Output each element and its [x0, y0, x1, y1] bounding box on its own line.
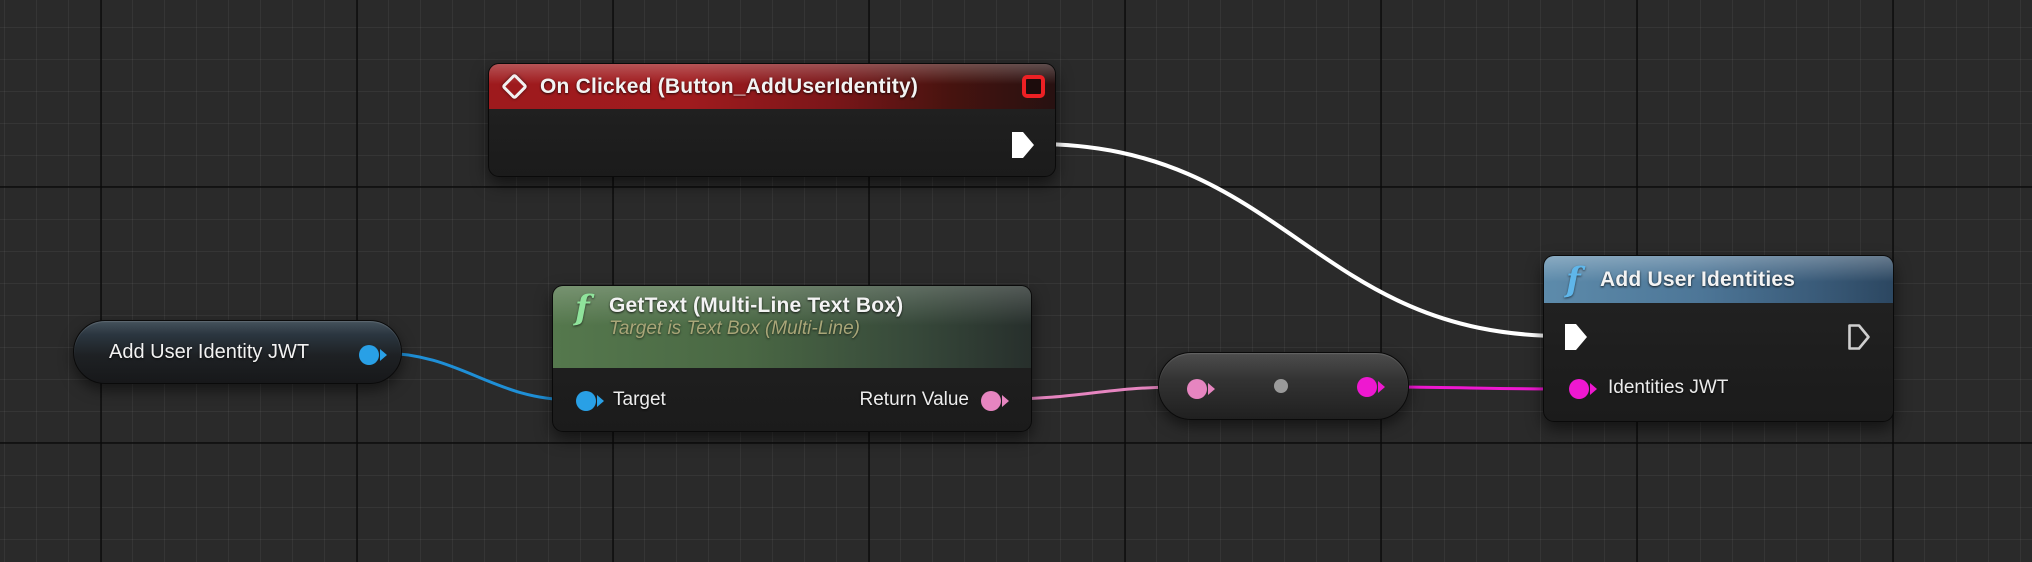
exec-input-pin[interactable] [1564, 323, 1588, 351]
reroute-output-pin[interactable] [1356, 376, 1386, 398]
node-variable-get[interactable]: Add User Identity JWT [73, 320, 402, 384]
delegate-pin-icon[interactable] [1022, 75, 1045, 98]
event-node-title: On Clicked (Button_AddUserIdentity) [540, 75, 918, 99]
node-gettext-function[interactable]: f GetText (Multi-Line Text Box) Target i… [552, 285, 1032, 432]
wire-exec-onclicked-to-adduser[interactable] [1035, 144, 1563, 336]
target-input-pin[interactable] [575, 390, 605, 412]
function-icon: f [1566, 260, 1581, 300]
adduser-node-title: Add User Identities [1600, 268, 1795, 292]
gettext-node-subtitle: Target is Text Box (Multi-Line) [609, 318, 1013, 340]
return-value-output-pin[interactable] [980, 390, 1010, 412]
gettext-node-title: GetText (Multi-Line Text Box) [609, 294, 1013, 318]
return-value-pin-label: Return Value [860, 389, 970, 411]
gettext-node-header: f GetText (Multi-Line Text Box) Target i… [553, 286, 1031, 368]
node-add-user-identities[interactable]: f Add User Identities Identities JWT [1543, 255, 1894, 422]
node-on-clicked-event[interactable]: On Clicked (Button_AddUserIdentity) [488, 63, 1056, 177]
wire-object-variable-to-target[interactable] [380, 353, 574, 400]
adduser-node-header: f Add User Identities [1544, 256, 1893, 303]
event-diamond-icon [501, 73, 528, 100]
reroute-dot-icon [1274, 379, 1288, 393]
event-node-header: On Clicked (Button_AddUserIdentity) [489, 64, 1055, 109]
target-pin-label: Target [613, 389, 666, 411]
node-reroute[interactable] [1158, 352, 1409, 420]
variable-label: Add User Identity JWT [109, 321, 309, 383]
function-icon: f [575, 288, 590, 328]
identities-jwt-input-pin[interactable] [1568, 378, 1598, 400]
blueprint-canvas[interactable]: On Clicked (Button_AddUserIdentity) f Ge… [0, 0, 2032, 562]
identities-jwt-pin-label: Identities JWT [1608, 377, 1728, 399]
reroute-input-pin[interactable] [1186, 378, 1216, 400]
variable-output-pin[interactable] [358, 344, 388, 366]
exec-output-pin[interactable] [1847, 323, 1871, 351]
exec-output-pin[interactable] [1011, 131, 1035, 159]
